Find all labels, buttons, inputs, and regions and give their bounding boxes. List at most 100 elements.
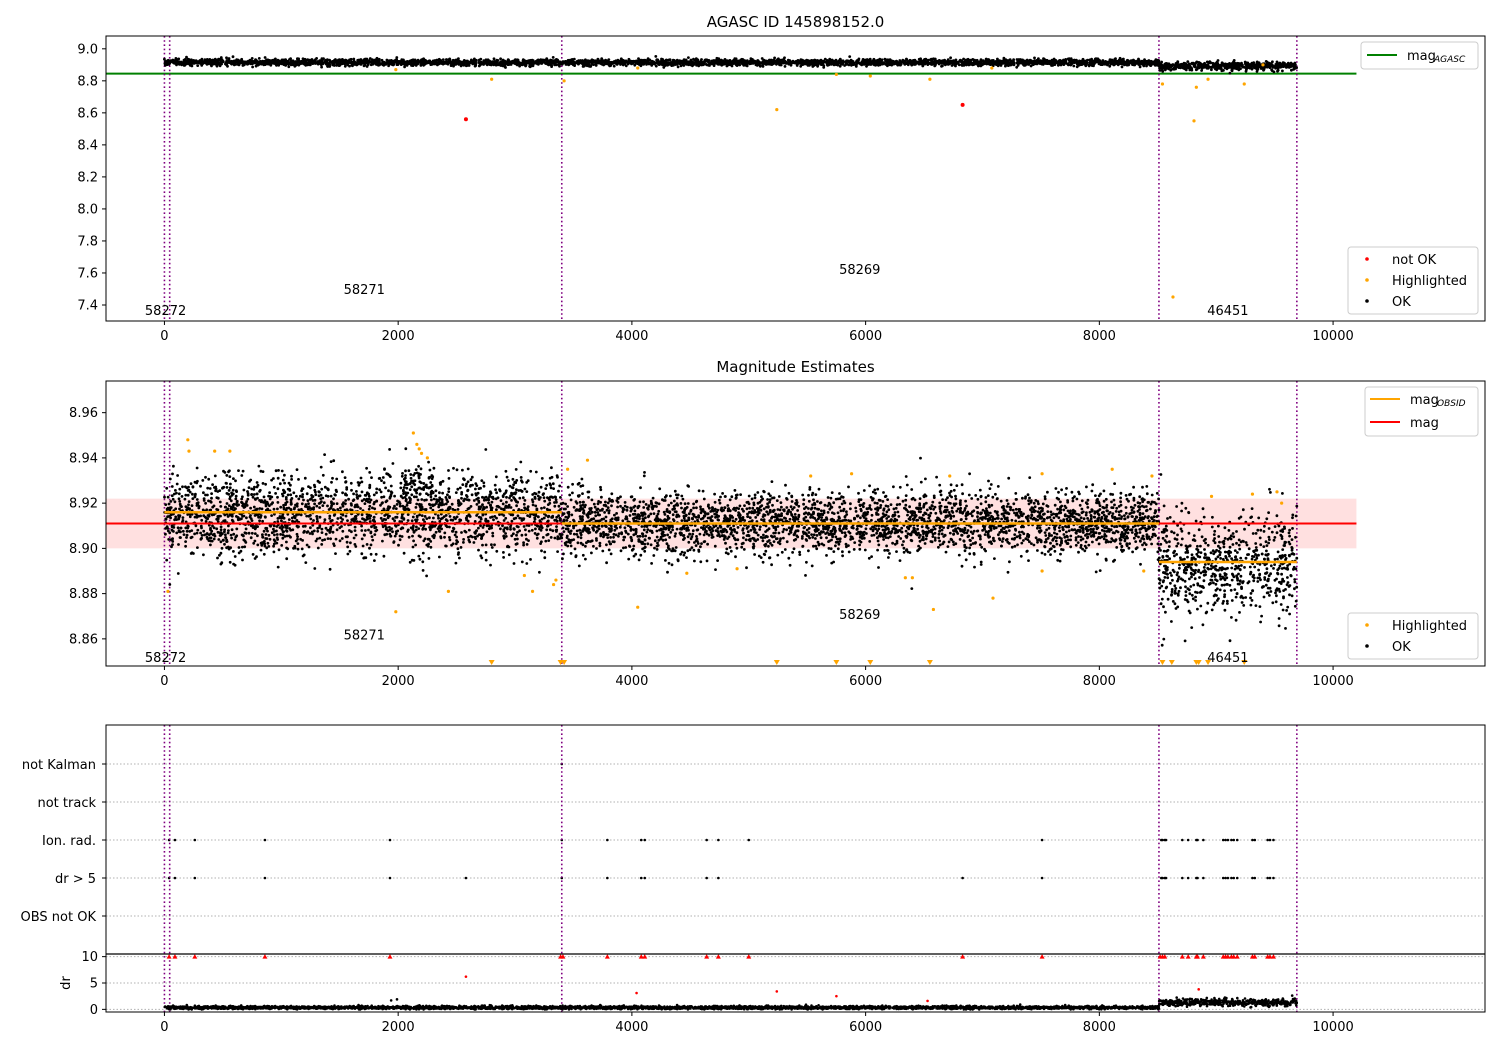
ok-point [261,482,265,485]
highlighted-point [1194,85,1198,89]
ok-point [550,63,553,67]
ok-point [712,61,716,65]
ok-point [783,56,786,60]
ok-point [995,63,999,67]
ok-point [193,532,197,536]
ok-point [626,61,630,64]
ok-point [328,517,332,520]
ok-point [870,61,874,65]
legend-point-swatch [1365,278,1369,282]
ok-point [490,546,494,549]
ok-point [880,62,884,66]
ok-point [199,484,202,488]
ok-point [1050,64,1053,67]
ok-point [539,485,543,489]
ok-point [1167,62,1171,66]
ok-point [605,62,609,65]
ok-point [602,60,606,64]
ok-point [824,60,827,64]
ok-point [1197,63,1200,66]
ok-point [950,59,954,63]
ok-point [502,551,505,554]
ok-point [371,62,375,66]
ok-point [1215,66,1219,70]
ok-point [885,58,889,62]
ok-point [219,528,223,532]
ok-point [667,61,670,64]
ok-point [1143,62,1147,66]
ok-point [251,553,255,556]
ok-point [316,61,320,65]
ok-point [276,58,280,62]
ok-point [518,64,521,68]
ok-point [633,60,637,64]
not-ok-point [960,102,965,107]
ok-point [1045,60,1049,63]
ok-point [1204,65,1208,68]
ok-point [168,477,172,481]
ok-point [339,506,342,510]
ok-point [551,56,555,59]
ok-point [426,61,430,64]
ok-point [355,490,358,493]
ok-point [439,535,443,539]
ok-point [524,60,528,64]
ok-point [417,60,421,64]
ok-point [1265,60,1269,64]
ok-point [1010,61,1014,65]
ok-point [486,62,490,66]
ok-point [782,61,785,65]
ok-point [1005,63,1009,66]
ok-point [1222,62,1226,66]
ok-point [548,528,552,532]
ok-point [584,58,587,62]
ok-point [182,533,186,536]
ok-point [499,57,502,61]
ok-point [1061,60,1064,63]
ok-point [372,515,376,519]
ok-point [200,64,204,67]
ok-point [730,60,734,64]
ok-point [374,526,378,529]
ok-point [205,532,209,535]
ok-point [484,60,488,64]
ok-point [509,61,513,65]
ok-point [231,55,235,59]
ok-point [763,61,767,65]
ok-point [1188,63,1191,67]
highlighted-point [1160,82,1165,86]
highlighted-point [636,66,640,70]
ok-point [400,474,404,478]
ok-point [384,61,387,65]
ok-point [596,57,600,61]
ok-point [224,533,227,537]
ok-point [190,64,194,68]
y-tick-label: 8.4 [77,138,98,153]
highlighted-point [394,68,398,72]
ok-point [1126,58,1129,62]
ok-point [1237,66,1241,70]
ok-point [992,59,995,63]
ok-point [708,64,711,67]
ok-point [373,559,376,562]
ok-point [531,503,535,507]
ok-point [1133,63,1137,67]
ok-point [402,492,405,495]
ok-point [1216,59,1220,62]
ok-point [872,63,876,67]
ok-point [660,59,663,63]
ok-point [1205,60,1209,64]
ok-point [1174,62,1178,66]
ok-point [174,62,178,65]
ok-point [544,487,548,490]
ok-point [926,60,929,63]
ok-point [898,59,902,62]
ok-point [219,505,223,508]
ok-point [1012,58,1015,61]
ok-point [865,61,869,65]
obsid-label: 58271 [344,283,385,298]
ok-point [1211,65,1215,68]
ok-point [363,63,367,67]
ok-point [296,535,299,538]
ok-point [1127,63,1130,67]
